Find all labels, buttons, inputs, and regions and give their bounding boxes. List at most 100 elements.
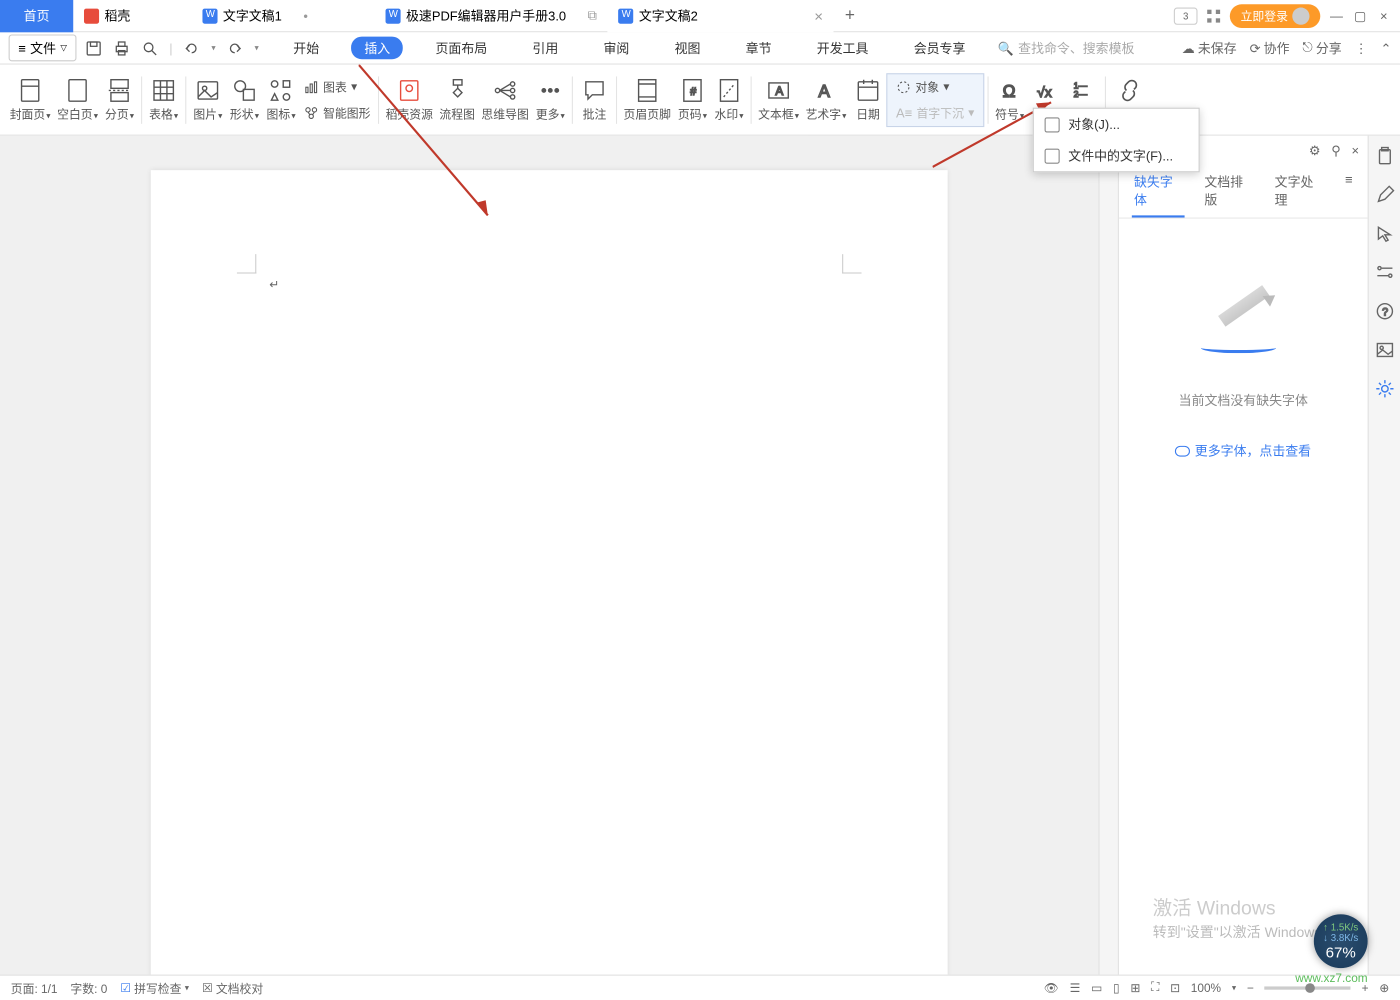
ts-image-icon[interactable] bbox=[1375, 340, 1394, 359]
mtab-reference[interactable]: 引用 bbox=[519, 37, 571, 60]
share-button[interactable]: ⎋ 分享 bbox=[1302, 39, 1341, 57]
header-footer-button[interactable]: 页眉页脚 bbox=[620, 77, 674, 122]
mtab-view[interactable]: 视图 bbox=[662, 37, 714, 60]
pencil-illustration bbox=[1200, 272, 1286, 358]
view-outline-icon[interactable]: ☰ bbox=[1070, 981, 1081, 995]
tab-text-process[interactable]: 文字处理 bbox=[1273, 166, 1326, 218]
panel-menu-icon[interactable]: ≡ bbox=[1343, 166, 1355, 218]
page-break-button[interactable]: 分页▾ bbox=[101, 77, 138, 122]
unsaved-indicator[interactable]: ☁ 未保存 bbox=[1182, 39, 1237, 57]
picture-button[interactable]: 图片▾ bbox=[190, 77, 227, 122]
dropcap-button[interactable]: A≡首字下沉▾ bbox=[892, 102, 979, 124]
command-search[interactable]: 🔍 查找命令、搜索模板 bbox=[998, 39, 1135, 57]
new-tab-button[interactable]: + bbox=[834, 6, 866, 25]
print-icon[interactable] bbox=[113, 39, 130, 56]
zoom-out-button[interactable]: − bbox=[1247, 982, 1254, 995]
word-count[interactable]: 字数: 0 bbox=[70, 979, 107, 996]
tab-daoke[interactable]: 稻壳 bbox=[73, 0, 191, 32]
ts-help-icon[interactable]: ? bbox=[1375, 302, 1394, 321]
file-menu[interactable]: ≡ 文件 ▽ bbox=[9, 34, 77, 61]
undo-icon[interactable] bbox=[183, 39, 200, 56]
comment-button[interactable]: 批注 bbox=[576, 77, 613, 122]
collapse-ribbon-icon[interactable]: ⌃ bbox=[1381, 40, 1392, 55]
close-tab-icon[interactable]: × bbox=[814, 7, 823, 24]
tab-layout[interactable]: 文档排版 bbox=[1202, 166, 1255, 218]
wordart-button[interactable]: A艺术字▾ bbox=[802, 77, 849, 122]
ts-pen-icon[interactable] bbox=[1375, 185, 1394, 204]
collab-button[interactable]: ⟳ 协作 bbox=[1250, 39, 1290, 57]
skin-indicator[interactable]: 3 bbox=[1174, 7, 1198, 24]
object-button[interactable]: 对象▾ bbox=[892, 76, 979, 98]
textbox-button[interactable]: A文本框▾ bbox=[755, 77, 802, 122]
close-button[interactable]: × bbox=[1376, 8, 1391, 23]
login-button[interactable]: 立即登录 bbox=[1230, 4, 1320, 28]
zoom-slider[interactable] bbox=[1265, 986, 1351, 989]
view-read-icon[interactable]: ▭ bbox=[1091, 981, 1102, 995]
undo-dropdown[interactable]: ▾ bbox=[211, 43, 215, 53]
panel-pin-icon[interactable]: ⚲ bbox=[1331, 143, 1340, 158]
ts-select-icon[interactable] bbox=[1375, 224, 1394, 243]
watermark-button[interactable]: 水印▾ bbox=[711, 77, 748, 122]
statusbar: 页面: 1/1 字数: 0 ☑拼写检查▾ ☒文档校对 👁 ☰ ▭ ▯ ⊞ ⛶ ⊡… bbox=[0, 975, 1400, 1000]
view-web-icon[interactable]: ⊞ bbox=[1130, 981, 1140, 995]
tab-missing-fonts[interactable]: 缺失字体 bbox=[1132, 166, 1185, 218]
shape-button[interactable]: 形状▾ bbox=[226, 77, 263, 122]
nav-strip: ‹ ‹ bbox=[1098, 136, 1117, 975]
document-page[interactable]: ↵ bbox=[151, 170, 948, 974]
tab-pdf-manual[interactable]: 极速PDF编辑器用户手册3.0 ⧉ bbox=[375, 0, 608, 32]
tab-doc2-active[interactable]: 文字文稿2 × bbox=[608, 0, 834, 32]
resource-button[interactable]: 稻壳资源 bbox=[382, 77, 436, 122]
mindmap-button[interactable]: 思维导图 bbox=[478, 77, 532, 122]
mtab-start[interactable]: 开始 bbox=[280, 37, 332, 60]
ts-clipboard-icon[interactable] bbox=[1375, 146, 1394, 165]
page-number-button[interactable]: #页码▾ bbox=[674, 77, 711, 122]
save-icon[interactable] bbox=[85, 39, 102, 56]
maximize-button[interactable]: ▢ bbox=[1353, 8, 1368, 23]
eye-icon[interactable]: 👁 bbox=[1044, 981, 1059, 995]
doc-check[interactable]: ☒文档校对 bbox=[202, 979, 263, 996]
tab-home[interactable]: 首页 bbox=[0, 0, 73, 32]
redo-dropdown[interactable]: ▾ bbox=[255, 43, 259, 53]
app-grid-icon[interactable] bbox=[1206, 8, 1221, 23]
chart-button[interactable]: 图表▾ bbox=[299, 76, 374, 98]
mtab-review[interactable]: 审阅 bbox=[591, 37, 643, 60]
more-fonts-link[interactable]: 更多字体，点击查看 bbox=[1175, 442, 1311, 460]
more-button[interactable]: 更多▾ bbox=[532, 77, 569, 122]
symbol-button[interactable]: Ω符号▾ bbox=[991, 77, 1028, 122]
table-button[interactable]: 表格▾ bbox=[145, 77, 182, 122]
mtab-member[interactable]: 会员专享 bbox=[901, 37, 979, 60]
ts-settings-icon[interactable] bbox=[1375, 263, 1394, 282]
mtab-insert[interactable]: 插入 bbox=[351, 37, 403, 60]
ts-gear-icon[interactable] bbox=[1375, 379, 1394, 398]
page-indicator[interactable]: 页面: 1/1 bbox=[11, 979, 58, 996]
view-page-icon[interactable]: ▯ bbox=[1113, 981, 1120, 995]
view-fullscreen-icon[interactable]: ⛶ bbox=[1151, 981, 1159, 995]
svg-text:A: A bbox=[818, 80, 830, 100]
panel-close-icon[interactable]: × bbox=[1351, 143, 1359, 158]
mtab-layout[interactable]: 页面布局 bbox=[423, 37, 501, 60]
redo-icon[interactable] bbox=[227, 39, 244, 56]
svg-text:A: A bbox=[775, 83, 783, 97]
preview-icon[interactable] bbox=[141, 39, 158, 56]
word-icon bbox=[618, 8, 633, 23]
icon-button[interactable]: 图标▾ bbox=[263, 77, 300, 122]
mtab-devtools[interactable]: 开发工具 bbox=[804, 37, 882, 60]
document-area[interactable]: ↵ bbox=[0, 136, 1098, 975]
more-menu-icon[interactable]: ⋮ bbox=[1355, 40, 1368, 55]
date-button[interactable]: 日期 bbox=[850, 77, 887, 122]
panel-settings-icon[interactable]: ⚙ bbox=[1309, 143, 1321, 158]
smartart-button[interactable]: 智能图形 bbox=[299, 102, 374, 124]
minimize-button[interactable]: — bbox=[1329, 8, 1344, 23]
flowchart-button[interactable]: 流程图 bbox=[436, 77, 478, 122]
fit-icon[interactable]: ⊡ bbox=[1170, 981, 1180, 995]
insert-object-item[interactable]: 对象(J)... bbox=[1034, 109, 1199, 140]
spellcheck-toggle[interactable]: ☑拼写检查▾ bbox=[120, 979, 189, 996]
zoom-value[interactable]: 100% bbox=[1191, 982, 1221, 995]
tab-doc1[interactable]: 文字文稿1 • bbox=[192, 0, 375, 32]
best-fit-icon[interactable]: ⊕ bbox=[1379, 981, 1389, 995]
mtab-section[interactable]: 章节 bbox=[733, 37, 785, 60]
daoke-icon bbox=[84, 8, 99, 23]
text-from-file-item[interactable]: 文件中的文字(F)... bbox=[1034, 140, 1199, 171]
blank-page-button[interactable]: 空白页▾ bbox=[54, 77, 101, 122]
cover-page-button[interactable]: 封面页▾ bbox=[6, 77, 53, 122]
